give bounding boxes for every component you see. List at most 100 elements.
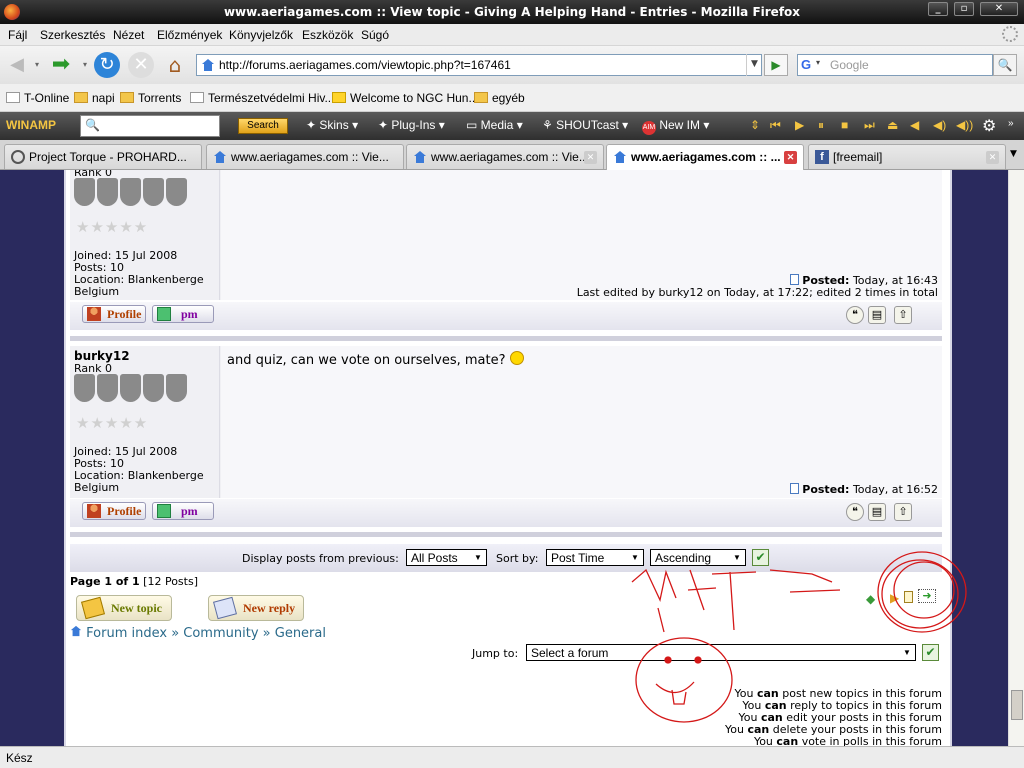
menu-history[interactable]: Előzmények <box>157 28 222 42</box>
back-to-top-icon[interactable]: ⇧ <box>894 503 912 521</box>
user-info: Joined: 15 Jul 2008 Posts: 10 Location: … <box>74 250 204 298</box>
go-button[interactable]: ▶ <box>764 54 788 76</box>
jump-to-select[interactable]: Select a forum ▼ <box>526 644 916 661</box>
search-engine-dropdown-icon[interactable]: ▾ <box>816 58 820 67</box>
minimize-button[interactable]: _ <box>928 2 948 16</box>
navigation-toolbar: ◀ ▾ ➡ ▾ ↻ ✕ ⌂ http://forums.aeriagames.c… <box>0 46 1024 84</box>
tab-aeria-2[interactable]: www.aeriagames.com :: Vie... <box>206 144 404 169</box>
copy-icon[interactable]: ▤ <box>868 306 886 324</box>
gear-icon[interactable]: ⚙ <box>982 116 996 136</box>
jump-go-button[interactable]: ✔ <box>922 644 939 661</box>
menu-edit[interactable]: Szerkesztés <box>40 28 105 42</box>
close-tab-icon[interactable]: ✕ <box>584 151 597 164</box>
tab-aeria-3[interactable]: www.aeriagames.com :: Vie... ✕ <box>406 144 604 169</box>
page-doc-icon[interactable] <box>904 591 913 603</box>
quote-icon[interactable]: ❝ <box>846 306 864 324</box>
winamp-search-input[interactable]: 🔍 <box>80 115 220 137</box>
volume-up-icon[interactable]: ◀)) <box>956 118 973 132</box>
display-posts-select[interactable]: All Posts ▼ <box>406 549 487 566</box>
bookmark-ngc[interactable]: Welcome to NGC Hun... <box>332 91 478 105</box>
sort-order-select[interactable]: Ascending ▼ <box>650 549 746 566</box>
new-reply-button[interactable]: New reply <box>208 595 304 621</box>
first-page-icon[interactable]: ◆ <box>866 592 875 606</box>
eject-icon[interactable]: ⏏ <box>887 118 898 132</box>
rank-shields-icon <box>74 178 189 208</box>
breadcrumb-general[interactable]: General <box>275 626 326 641</box>
winamp-media-menu[interactable]: ▭ Media ▾ <box>466 118 523 132</box>
bookmark-folder-egyeb[interactable]: egyéb <box>474 91 525 105</box>
winamp-logo[interactable]: WINAMP <box>6 118 56 132</box>
stop-icon[interactable]: ✕ <box>128 52 154 78</box>
next-page-icon[interactable]: ➜ <box>918 589 936 603</box>
bookmark-folder-napi[interactable]: napi <box>74 91 115 105</box>
profile-button[interactable]: Profile <box>82 305 146 323</box>
scrollbar-thumb[interactable] <box>1011 690 1023 720</box>
stop-icon[interactable]: ■ <box>841 118 848 132</box>
pm-button[interactable]: pm <box>152 305 214 323</box>
post-link-icon[interactable] <box>790 483 800 494</box>
url-dropdown-button[interactable]: ▼ <box>746 54 762 76</box>
rating-stars-icon: ★★★★★ <box>76 414 149 432</box>
sort-go-button[interactable]: ✔ <box>752 549 769 566</box>
username[interactable]: burky12 <box>74 349 130 363</box>
search-magnifier-icon[interactable]: 🔍 <box>993 54 1017 76</box>
menu-tools[interactable]: Eszközök <box>302 28 353 42</box>
toolbar-overflow-icon[interactable]: » <box>1008 118 1014 129</box>
breadcrumb: Forum index » Community » General <box>70 625 326 641</box>
pause-icon[interactable]: ⏸ <box>818 118 824 133</box>
volume-updown-icon[interactable]: ⇕ <box>750 118 760 132</box>
maximize-button[interactable]: ▫ <box>954 2 974 16</box>
prev-track-icon[interactable]: ⏮ <box>770 118 781 133</box>
reload-icon[interactable]: ↻ <box>94 52 120 78</box>
quote-icon[interactable]: ❝ <box>846 503 864 521</box>
home-icon[interactable]: ⌂ <box>162 52 188 78</box>
back-history-dropdown[interactable]: ▾ <box>30 52 44 78</box>
tab-list-dropdown-icon[interactable]: ▼ <box>1010 149 1017 159</box>
search-placeholder: Google <box>830 58 869 72</box>
winamp-skins-menu[interactable]: ✦ Skins ▾ <box>306 118 358 132</box>
sort-by-select[interactable]: Post Time ▼ <box>546 549 644 566</box>
volume-icon[interactable]: ◀) <box>933 118 946 132</box>
winamp-shoutcast-menu[interactable]: ⚘ SHOUTcast ▾ <box>542 118 628 132</box>
back-arrow-icon[interactable]: ◀ <box>4 52 30 78</box>
winamp-search-button[interactable]: Search <box>238 118 288 134</box>
tab-aeria-active[interactable]: www.aeriagames.com :: ... ✕ <box>606 144 804 170</box>
post-link-icon[interactable] <box>790 274 800 285</box>
forward-history-dropdown[interactable]: ▾ <box>78 52 92 78</box>
bookmark-termeszetvedelmi[interactable]: Természetvédelmi Hiv... <box>190 91 334 105</box>
copy-icon[interactable]: ▤ <box>868 503 886 521</box>
winamp-newim-menu[interactable]: AIM New IM ▾ <box>642 118 709 135</box>
menu-view[interactable]: Nézet <box>113 28 144 42</box>
forward-arrow-icon[interactable]: ➡ <box>48 52 74 78</box>
profile-button[interactable]: Profile <box>82 502 146 520</box>
pm-button[interactable]: pm <box>152 502 214 520</box>
close-tab-icon[interactable]: ✕ <box>986 151 999 164</box>
search-input[interactable]: G ▾ Google <box>797 54 993 76</box>
new-topic-button[interactable]: New topic <box>76 595 172 621</box>
breadcrumb-community[interactable]: Community <box>183 626 258 641</box>
url-bar[interactable]: http://forums.aeriagames.com/viewtopic.p… <box>196 54 762 76</box>
profile-icon <box>87 504 101 518</box>
menu-file[interactable]: Fájl <box>8 28 27 42</box>
menu-bookmarks[interactable]: Könyvjelzők <box>229 28 293 42</box>
prev-page-icon[interactable]: ▶ <box>890 591 899 605</box>
close-window-button[interactable]: ✕ <box>980 2 1018 16</box>
bookmark-t-online[interactable]: T-Online <box>6 91 69 105</box>
next-track-icon[interactable]: ⏭ <box>864 118 875 133</box>
close-tab-icon[interactable]: ✕ <box>784 151 797 164</box>
post-message: and quiz, can we vote on ourselves, mate… <box>227 351 524 368</box>
search-engine-icon[interactable]: G <box>801 57 811 72</box>
winamp-plugins-menu[interactable]: ✦ Plug-Ins ▾ <box>378 118 445 132</box>
tab-label: [freemail] <box>833 150 883 164</box>
back-to-top-icon[interactable]: ⇧ <box>894 306 912 324</box>
tab-freemail[interactable]: f [freemail] ✕ <box>808 144 1006 169</box>
play-icon[interactable]: ▶ <box>795 118 804 132</box>
menu-help[interactable]: Súgó <box>361 28 389 42</box>
volume-down-icon[interactable]: ◀ <box>910 118 919 132</box>
folder-icon <box>120 92 134 103</box>
breadcrumb-forum-index[interactable]: Forum index <box>86 626 167 641</box>
tab-project-torque[interactable]: Project Torque - PROHARD... <box>4 144 202 169</box>
bookmark-folder-torrents[interactable]: Torrents <box>120 91 181 105</box>
vertical-scrollbar[interactable] <box>1008 170 1024 746</box>
url-text: http://forums.aeriagames.com/viewtopic.p… <box>219 58 511 72</box>
